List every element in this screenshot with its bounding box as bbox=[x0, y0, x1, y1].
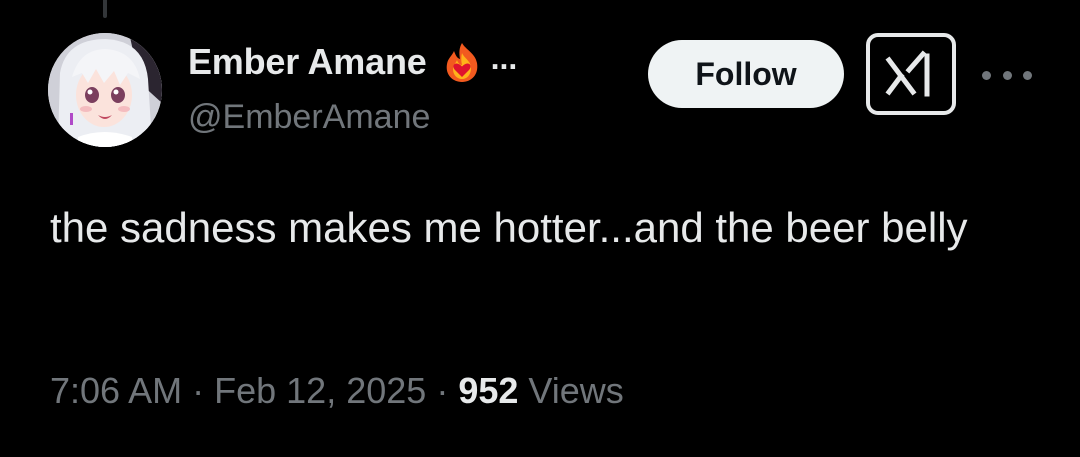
dot bbox=[982, 70, 991, 80]
tweet-time[interactable]: 7:06 AM bbox=[50, 370, 182, 411]
fire-heart-icon bbox=[439, 39, 485, 85]
avatar[interactable] bbox=[48, 33, 162, 147]
tweet-metadata: 7:06 AM · Feb 12, 2025 · 952 Views bbox=[50, 370, 624, 412]
more-options-icon[interactable] bbox=[982, 60, 1032, 90]
dot bbox=[1002, 70, 1012, 80]
tweet-text: the sadness makes me hotter...and the be… bbox=[50, 204, 968, 251]
user-handle[interactable]: @EmberAmane bbox=[188, 98, 517, 137]
name-row: Ember Amane ... bbox=[188, 40, 517, 84]
meta-separator: · bbox=[192, 370, 205, 411]
name-truncation: ... bbox=[490, 39, 518, 76]
avatar-image bbox=[48, 33, 162, 147]
tweet-date[interactable]: Feb 12, 2025 bbox=[214, 370, 426, 411]
author-info[interactable]: Ember Amane ... @EmberAmane bbox=[188, 40, 517, 137]
thread-connector-line bbox=[103, 0, 107, 18]
meta-separator: · bbox=[436, 370, 449, 411]
grok-button[interactable] bbox=[866, 33, 956, 115]
dot bbox=[1023, 70, 1032, 80]
views-count: 952 bbox=[458, 370, 519, 411]
views-label: Views bbox=[528, 370, 624, 411]
display-name[interactable]: Ember Amane bbox=[188, 41, 427, 83]
follow-button[interactable]: Follow bbox=[648, 40, 844, 108]
grok-icon bbox=[885, 50, 930, 97]
